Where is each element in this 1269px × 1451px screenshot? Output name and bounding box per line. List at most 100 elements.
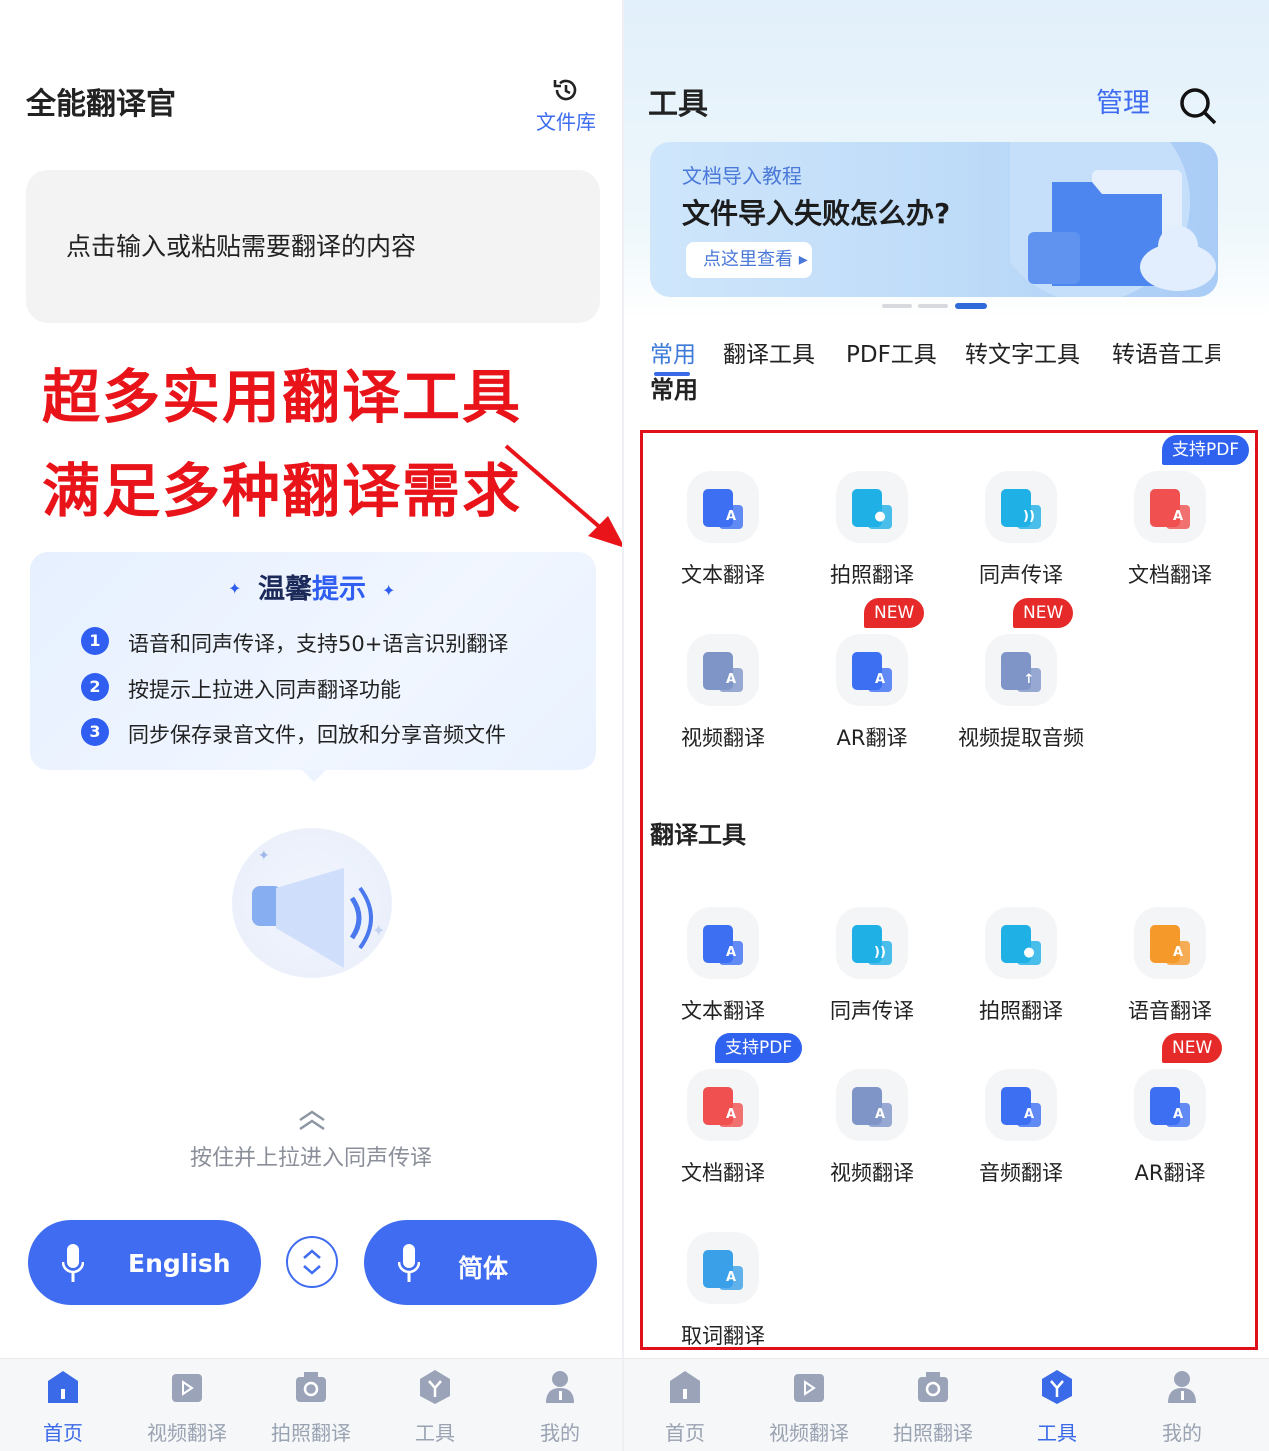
tool-icon: A [1134,1069,1206,1141]
user-icon [546,1371,574,1403]
tip-item: 同步保存录音文件，回放和分享音频文件 [128,723,506,747]
carousel-dot[interactable] [918,304,948,308]
speaker-illustration: ✦ ✦ [232,828,392,978]
microphone-icon [398,1244,420,1282]
manage-button[interactable]: 管理 [1096,90,1150,117]
camera-icon [918,1372,948,1402]
target-language-button[interactable]: 简体 [364,1220,597,1305]
nav-home[interactable]: 首页 [8,1359,118,1451]
nav-label: 拍照翻译 [893,1421,973,1445]
nav-photo-translate[interactable]: 拍照翻译 [256,1359,366,1451]
carousel-dot-active[interactable] [955,303,987,309]
tool-icon: ● [836,471,908,543]
tool-icon: ● [985,907,1057,979]
tool-icon: A [687,1232,759,1304]
translate-input[interactable]: 点击输入或粘贴需要翻译的内容 [26,170,600,323]
nav-photo-translate[interactable]: 拍照翻译 [878,1359,988,1451]
app-title: 全能翻译官 [26,87,176,122]
tool-item[interactable]: ↑ NEW 视频提取音频 [951,598,1091,774]
tool-icon: A [687,634,759,706]
tool-badge: NEW [864,598,925,628]
tips-title-highlight: 提示 [312,574,366,605]
file-library-button[interactable]: 文件库 [536,74,596,136]
nav-tools[interactable]: 工具 [1002,1359,1112,1451]
nav-video-translate[interactable]: 视频翻译 [132,1359,242,1451]
section-title: 常用 [650,376,698,404]
nav-home[interactable]: 首页 [630,1359,740,1451]
banner[interactable]: 文档导入教程 文件导入失败怎么办? 点这里查看 ▸ [650,142,1218,297]
tools-screen: 工具 管理 文档导入教程 文件导入失败怎么办? 点这里查看 ▸ 常用 翻译工具 … [624,0,1269,1451]
tool-icon: A [836,634,908,706]
tab-pdf-tools[interactable]: PDF工具 [846,335,937,369]
nav-label: 视频翻译 [147,1421,227,1445]
tool-icon: A [687,907,759,979]
video-icon [794,1374,824,1402]
microphone-icon [62,1244,84,1282]
nav-label: 我的 [540,1421,580,1445]
tool-icon: A [985,1069,1057,1141]
tool-item[interactable]: ● 拍照翻译 [802,471,942,611]
section-title: 翻译工具 [650,821,746,849]
tool-item[interactable]: )) 同声传译 [951,471,1091,611]
tool-item[interactable]: A 文本翻译 [653,907,793,1047]
tool-icon: ↑ [985,634,1057,706]
tip-number: 1 [81,627,109,655]
tool-badge: 支持PDF [715,1033,803,1063]
banner-button-label: 点这里查看 [703,249,793,270]
bottom-nav: 首页 视频翻译 拍照翻译 工具 我的 [624,1358,1269,1451]
swap-languages-button[interactable] [286,1236,338,1288]
tools-icon [420,1370,450,1404]
promo-text: 满足多种翻译需求 [42,457,523,525]
chevron-up-icon [299,1110,325,1131]
arrow-icon [504,444,622,548]
tool-item[interactable]: A 支持PDF 文档翻译 [653,1033,803,1209]
history-icon [553,79,577,101]
tool-icon: A [687,471,759,543]
tool-item[interactable]: A 语音翻译 [1100,907,1240,1047]
home-icon [670,1371,700,1403]
nav-tools[interactable]: 工具 [380,1359,490,1451]
banner-view-button[interactable]: 点这里查看 ▸ [686,242,812,278]
tab-common[interactable]: 常用 [650,335,696,369]
nav-label: 工具 [415,1421,455,1445]
tab-translate-tools[interactable]: 翻译工具 [723,335,815,369]
tool-icon: A [1134,907,1206,979]
tool-item[interactable]: A 视频翻译 [653,634,793,774]
nav-profile[interactable]: 我的 [1127,1359,1237,1451]
tool-item[interactable]: A 文本翻译 [653,471,793,611]
nav-label: 工具 [1037,1421,1077,1445]
tool-badge: NEW [1162,1033,1223,1063]
tool-item[interactable]: A 音频翻译 [951,1069,1091,1209]
user-icon [1168,1371,1196,1403]
tool-item[interactable]: ● 拍照翻译 [951,907,1091,1047]
page-title: 工具 [648,87,708,122]
search-icon[interactable] [1178,86,1218,126]
source-language-button[interactable]: English [28,1220,261,1305]
nav-video-translate[interactable]: 视频翻译 [754,1359,864,1451]
tip-item: 语音和同声传译，支持50+语言识别翻译 [128,632,509,656]
bottom-nav: 首页 视频翻译 拍照翻译 工具 我的 [0,1358,622,1451]
tool-icon: )) [836,907,908,979]
svg-text:✦: ✦ [258,848,270,864]
tool-item[interactable]: A NEW AR翻译 [802,598,942,774]
tool-icon: A [1134,471,1206,543]
nav-profile[interactable]: 我的 [505,1359,615,1451]
tips-title: 温馨 [258,574,312,605]
tab-to-speech-tools[interactable]: 转语音工具 [1112,335,1220,364]
tool-item[interactable]: A 支持PDF 文档翻译 [1100,435,1250,611]
file-library-label: 文件库 [536,110,596,134]
carousel-dot[interactable] [882,304,912,308]
tab-to-text-tools[interactable]: 转文字工具 [965,335,1080,369]
nav-label: 我的 [1162,1421,1202,1445]
tips-card: ✦ 温馨提示 ✦ 1 语音和同声传译，支持50+语言识别翻译 2 按提示上拉进入… [30,552,596,782]
tool-badge: 支持PDF [1162,435,1250,465]
tools-icon [1042,1370,1072,1404]
tool-icon: )) [985,471,1057,543]
tip-item: 按提示上拉进入同声翻译功能 [128,678,401,702]
tool-item[interactable]: A 取词翻译 [653,1232,793,1372]
tool-item[interactable]: A 视频翻译 [802,1069,942,1209]
tool-label: 文档翻译 [1128,563,1212,587]
tool-item[interactable]: A NEW AR翻译 [1100,1033,1240,1209]
input-placeholder: 点击输入或粘贴需要翻译的内容 [66,232,417,261]
tool-item[interactable]: )) 同声传译 [802,907,942,1047]
